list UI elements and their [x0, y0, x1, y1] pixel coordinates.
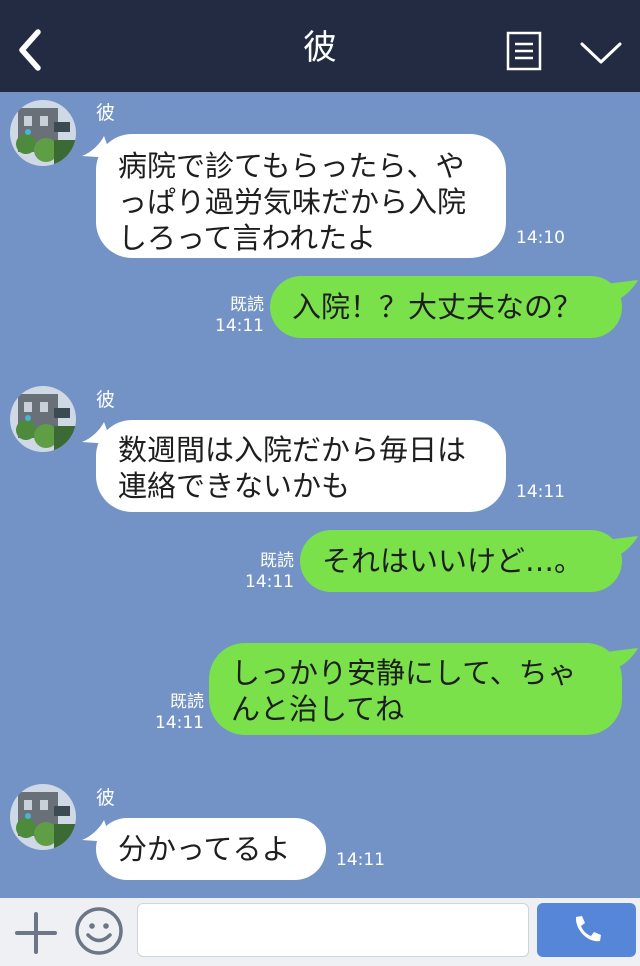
- message-time: 14:11: [245, 572, 294, 592]
- plus-icon: [15, 912, 57, 954]
- message-bubble[interactable]: それはいいけど…。: [300, 530, 622, 592]
- avatar[interactable]: [10, 100, 76, 166]
- chat-title: 彼: [303, 28, 337, 68]
- chat-header: 彼: [0, 0, 640, 92]
- message-time: 14:11: [155, 713, 204, 733]
- read-receipt: 既読: [170, 692, 204, 712]
- message-input[interactable]: [137, 903, 529, 957]
- chevron-down-icon: [580, 42, 622, 64]
- smiley-icon: [75, 907, 123, 955]
- read-receipt: 既読: [260, 551, 294, 571]
- avatar-photo: [10, 100, 76, 166]
- message-time: 14:11: [516, 482, 565, 502]
- message-bubble[interactable]: 数週間は入院だから毎日は 連絡できないかも: [96, 420, 506, 512]
- message-time: 14:11: [215, 316, 264, 336]
- message-time: 14:11: [336, 850, 385, 870]
- sender-name: 彼: [96, 787, 116, 809]
- call-button[interactable]: [537, 903, 636, 957]
- message-time: 14:10: [516, 228, 565, 248]
- avatar[interactable]: [10, 386, 76, 452]
- message-bubble[interactable]: 分かってるよ: [96, 818, 326, 880]
- message-bubble[interactable]: 病院で診てもらったら、や っぱり過労気味だから入院 しろって言われたよ: [96, 134, 506, 258]
- message-bubble[interactable]: 入院！？大丈夫なの？: [270, 276, 622, 338]
- expand-button[interactable]: [578, 38, 624, 68]
- phone-icon: [575, 916, 601, 942]
- sender-name: 彼: [96, 102, 116, 124]
- sender-name: 彼: [96, 389, 116, 411]
- menu-button[interactable]: [506, 31, 542, 71]
- avatar-photo: [10, 386, 76, 452]
- note-list-icon: [506, 31, 542, 71]
- avatar-photo: [10, 784, 76, 850]
- add-attachment-button[interactable]: [14, 911, 58, 955]
- emoji-button[interactable]: [74, 906, 124, 956]
- message-bubble[interactable]: しっかり安静にして、ちゃ んと治してね: [209, 643, 622, 735]
- read-receipt: 既読: [230, 295, 264, 315]
- avatar[interactable]: [10, 784, 76, 850]
- chat-area[interactable]: 彼 病院で診てもらったら、や っぱり過労気味だから入院 しろって言われたよ 14…: [0, 92, 640, 898]
